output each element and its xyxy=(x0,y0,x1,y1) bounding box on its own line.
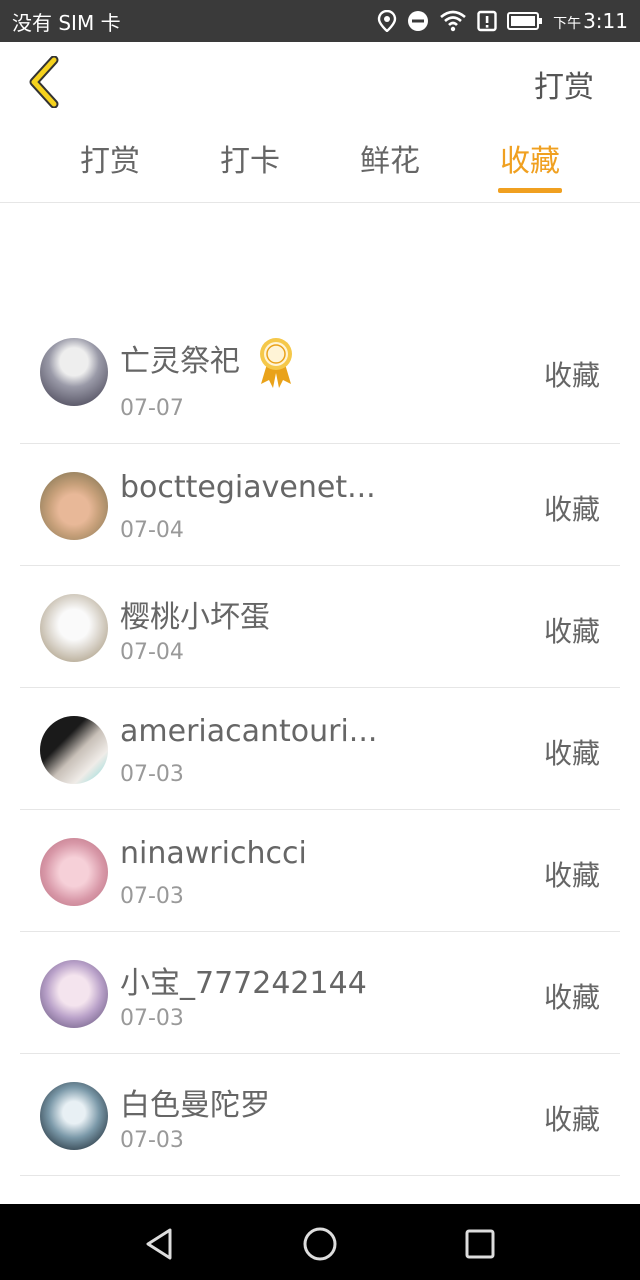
favorite-action-label[interactable]: 收藏 xyxy=(544,1098,600,1138)
avatar[interactable] xyxy=(40,960,108,1028)
list-item[interactable]: 小宝_777242144 07-03 收藏 xyxy=(20,932,620,1054)
battery-icon xyxy=(507,11,543,31)
avatar[interactable] xyxy=(40,472,108,540)
clock: 下午 3:11 xyxy=(553,9,628,33)
avatar[interactable] xyxy=(40,594,108,662)
favorite-date: 07-07 xyxy=(120,396,184,421)
wifi-icon xyxy=(439,10,467,32)
do-not-disturb-icon xyxy=(407,10,429,32)
favorite-action-label[interactable]: 收藏 xyxy=(544,488,600,528)
user-name: 亡灵祭祀 xyxy=(120,344,240,379)
favorite-action-label[interactable]: 收藏 xyxy=(544,976,600,1016)
active-tab-indicator xyxy=(498,188,562,193)
back-button[interactable] xyxy=(24,55,68,109)
system-navigation-bar xyxy=(0,1204,640,1280)
favorite-date: 07-03 xyxy=(120,1006,184,1031)
clock-period: 下午 xyxy=(553,16,582,32)
avatar[interactable] xyxy=(40,338,108,406)
nav-recents-button[interactable] xyxy=(460,1224,500,1264)
list-item[interactable]: 亡灵祭祀 07-07 收藏 xyxy=(20,322,620,444)
list-item[interactable]: 白色曼陀罗 07-03 收藏 xyxy=(20,1054,620,1176)
award-ribbon-icon xyxy=(260,338,292,388)
list-item[interactable]: ninawrichcci 07-03 收藏 xyxy=(20,810,620,932)
favorite-action-label[interactable]: 收藏 xyxy=(544,610,600,650)
tab-flowers[interactable]: 鲜花 xyxy=(340,136,440,180)
list-item[interactable]: bocttegiavenet... 07-04 收藏 xyxy=(20,444,620,566)
favorite-date: 07-04 xyxy=(120,518,184,543)
user-name: bocttegiavenet... xyxy=(120,470,376,505)
favorite-action-label[interactable]: 收藏 xyxy=(544,854,600,894)
favorites-list: 亡灵祭祀 07-07 收藏 bocttegiavenet... 07-04 收藏… xyxy=(20,322,620,1176)
status-icons: 下午 3:11 xyxy=(377,9,628,33)
nav-back-button[interactable] xyxy=(140,1224,180,1264)
tab-checkin[interactable]: 打卡 xyxy=(200,136,300,180)
clock-time: 3:11 xyxy=(583,9,628,33)
list-item[interactable]: 樱桃小坏蛋 07-04 收藏 xyxy=(20,566,620,688)
nav-home-button[interactable] xyxy=(300,1224,340,1264)
tab-favorites[interactable]: 收藏 xyxy=(480,136,580,180)
favorite-action-label[interactable]: 收藏 xyxy=(544,354,600,394)
status-bar: 没有 SIM 卡 下午 3:11 xyxy=(0,0,640,42)
avatar[interactable] xyxy=(40,716,108,784)
favorite-date: 07-03 xyxy=(120,1128,184,1153)
top-app-bar: 打赏 xyxy=(0,42,640,122)
location-icon xyxy=(377,10,397,32)
avatar[interactable] xyxy=(40,838,108,906)
avatar[interactable] xyxy=(40,1082,108,1150)
favorite-date: 07-03 xyxy=(120,884,184,909)
tab-reward[interactable]: 打赏 xyxy=(60,136,160,180)
user-name: 白色曼陀罗 xyxy=(120,1088,270,1123)
reward-header-button[interactable]: 打赏 xyxy=(534,62,594,106)
list-item[interactable]: ameriacantouri... 07-03 收藏 xyxy=(20,688,620,810)
back-triangle-icon xyxy=(146,1228,172,1260)
alert-icon xyxy=(477,10,497,32)
tab-bar: 打赏 打卡 鲜花 收藏 xyxy=(0,130,640,203)
chevron-left-icon xyxy=(29,55,59,109)
carrier-label: 没有 SIM 卡 xyxy=(12,10,121,35)
favorite-date: 07-03 xyxy=(120,762,184,787)
user-name: 小宝_777242144 xyxy=(120,966,367,1001)
home-circle-icon xyxy=(303,1227,337,1261)
user-name: ameriacantouri... xyxy=(120,714,378,749)
user-name: ninawrichcci xyxy=(120,836,307,871)
user-name: 樱桃小坏蛋 xyxy=(120,600,270,635)
favorite-action-label[interactable]: 收藏 xyxy=(544,732,600,772)
favorite-date: 07-04 xyxy=(120,640,184,665)
recents-square-icon xyxy=(465,1229,495,1259)
